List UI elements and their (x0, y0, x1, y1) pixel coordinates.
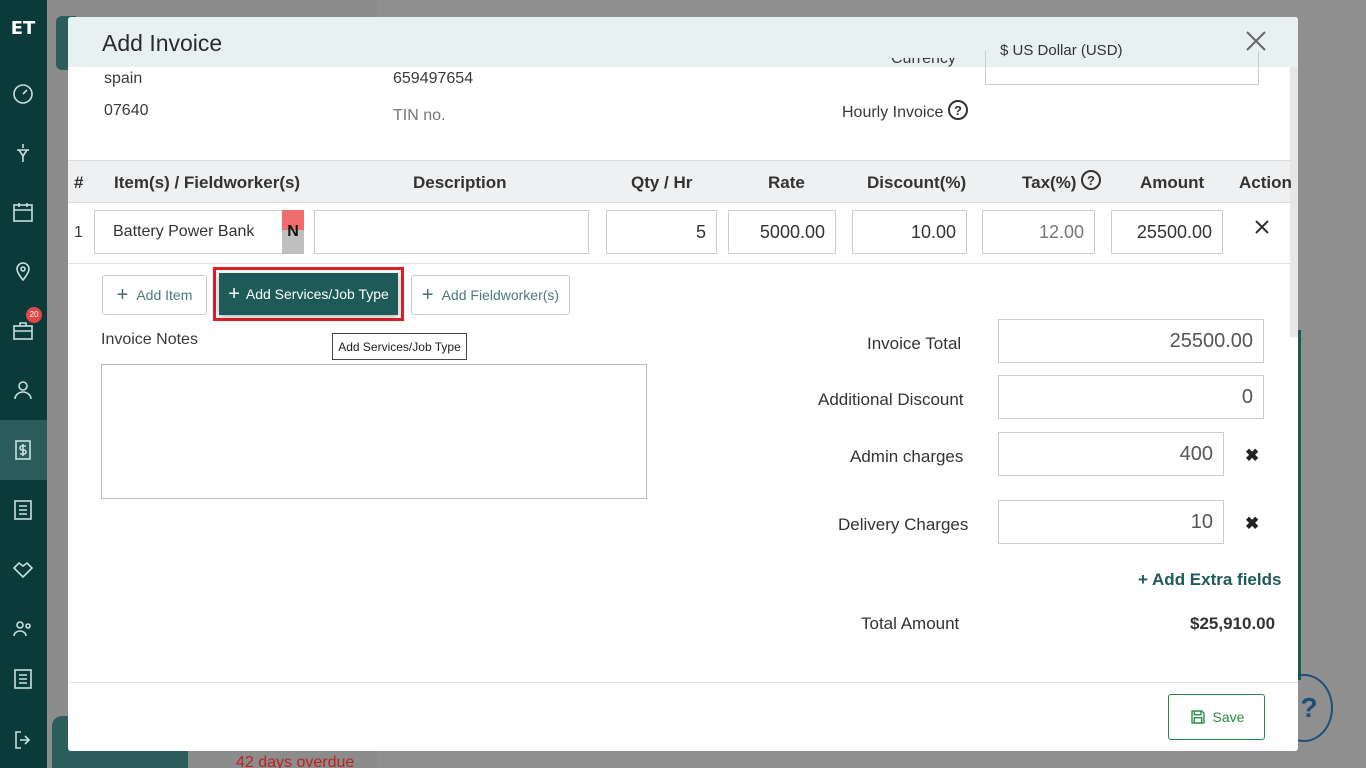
background-overdue-text: 42 days overdue (236, 754, 355, 768)
funnel-icon[interactable] (10, 140, 36, 166)
currency-value: $ US Dollar (USD) (1000, 42, 1123, 59)
footer-separator (68, 682, 1298, 683)
tin-field[interactable]: TIN no. (393, 107, 445, 125)
settings-sliders-icon[interactable] (10, 666, 36, 692)
additional-discount-input[interactable]: 0 (998, 375, 1264, 419)
hourly-invoice-label: Hourly Invoice (842, 104, 944, 121)
client-country: spain (104, 70, 143, 87)
col-qty: Qty / Hr (631, 173, 693, 192)
remove-row-icon[interactable] (1252, 217, 1272, 237)
admin-charges-input[interactable]: 400 (998, 432, 1224, 476)
add-services-label: Add Services/Job Type (245, 286, 389, 302)
invoice-notes-textarea[interactable] (101, 364, 647, 499)
col-description: Description (413, 173, 507, 192)
save-button[interactable]: Save (1168, 694, 1265, 740)
user-icon[interactable] (10, 377, 36, 403)
modal-scrollbar[interactable] (1290, 67, 1298, 337)
add-fieldworker-label: Add Fieldworker(s) (441, 287, 560, 303)
add-services-button[interactable]: + Add Services/Job Type (219, 273, 398, 315)
discount-input[interactable]: 10.00 (852, 210, 967, 254)
currency-select[interactable]: $ US Dollar (USD) (985, 42, 1259, 85)
add-extra-fields-link[interactable]: + Add Extra fields (1138, 570, 1281, 590)
client-phone: 659497654 (393, 70, 474, 87)
plus-icon: + (228, 282, 240, 305)
notification-badge: 20 (26, 307, 42, 323)
rate-input[interactable]: 5000.00 (728, 210, 836, 254)
remove-delivery-charges-icon[interactable]: ✖ (1245, 514, 1259, 534)
app-logo: ET (10, 18, 36, 39)
invoice-notes-label: Invoice Notes (101, 331, 198, 348)
add-item-label: Add Item (136, 287, 193, 303)
map-pin-icon[interactable] (10, 258, 36, 284)
delivery-charges-label: Delivery Charges (838, 515, 969, 534)
modal-title: Add Invoice (102, 30, 223, 56)
client-zip: 07640 (104, 102, 149, 119)
sidebar: ET 20 (0, 0, 47, 768)
list-icon[interactable] (10, 497, 36, 523)
qty-input[interactable]: 5 (606, 210, 717, 254)
total-amount-label: Total Amount (861, 614, 960, 633)
plus-icon: + (1138, 570, 1153, 589)
add-item-button[interactable]: + Add Item (102, 275, 207, 315)
amount-input[interactable]: 25500.00 (1111, 210, 1223, 254)
add-extra-fields-label: Add Extra fields (1152, 570, 1282, 589)
team-icon[interactable] (10, 616, 36, 642)
col-action: Action (1239, 173, 1292, 192)
items-table-header: # Item(s) / Fieldworker(s) Description Q… (68, 160, 1292, 203)
delivery-charges-input[interactable]: 10 (998, 500, 1224, 544)
currency-label-text: Currency (891, 58, 956, 67)
plus-icon: + (116, 283, 129, 306)
description-input[interactable] (314, 210, 589, 254)
tooltip: Add Services/Job Type (332, 333, 467, 360)
invoice-total-label: Invoice Total (867, 334, 962, 353)
plus-icon: + (421, 283, 434, 306)
help-circle-icon[interactable]: ? (948, 100, 968, 120)
dashboard-icon[interactable] (10, 81, 36, 107)
invoice-total-field: 25500.00 (998, 319, 1264, 363)
currency-label: Currency (891, 58, 956, 76)
save-icon (1190, 710, 1205, 724)
save-label: Save (1212, 709, 1245, 725)
admin-charges-label: Admin charges (850, 447, 964, 466)
col-num: # (74, 173, 84, 192)
item-input[interactable]: Battery Power Bank (94, 210, 304, 254)
calendar-icon[interactable] (10, 199, 36, 225)
handshake-icon[interactable] (10, 556, 36, 582)
tax-input[interactable]: 12.00 (982, 210, 1095, 254)
col-rate: Rate (768, 173, 805, 192)
total-amount-value: $25,910.00 (1190, 614, 1276, 633)
col-amount: Amount (1140, 173, 1205, 192)
remove-admin-charges-icon[interactable]: ✖ (1245, 446, 1259, 466)
tax-help-icon[interactable]: ? (1081, 170, 1101, 190)
add-fieldworker-button[interactable]: + Add Fieldworker(s) (411, 275, 570, 315)
invoice-dollar-icon[interactable] (10, 437, 36, 463)
col-item: Item(s) / Fieldworker(s) (114, 173, 301, 192)
col-tax: Tax(%) (1022, 173, 1077, 192)
logout-icon[interactable] (10, 727, 36, 753)
new-item-badge: N (282, 210, 304, 254)
row-separator (68, 263, 1290, 264)
add-invoice-modal: Add Invoice spain 07640 659497654 TIN no… (68, 17, 1298, 751)
row-number: 1 (74, 224, 83, 241)
additional-discount-label: Additional Discount (818, 390, 964, 409)
col-discount: Discount(%) (867, 173, 967, 192)
